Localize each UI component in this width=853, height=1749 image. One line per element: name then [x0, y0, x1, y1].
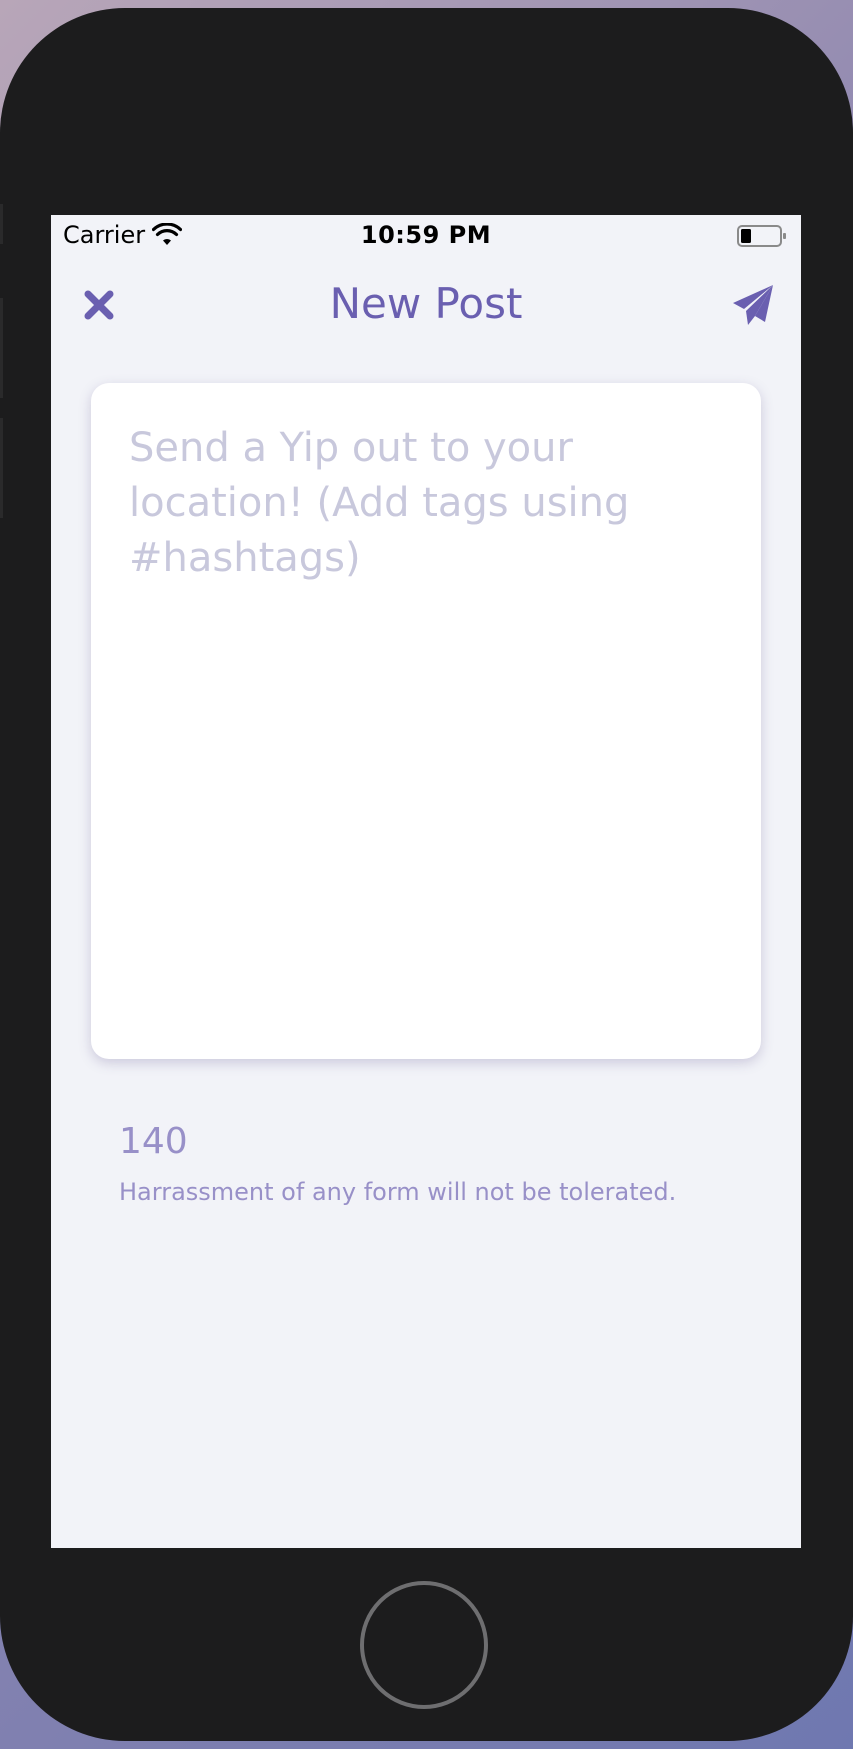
device-frame: Carrier 10:59 PM New Post Send a Yip out…: [0, 8, 853, 1741]
app-screen: Carrier 10:59 PM New Post Send a Yip out…: [51, 215, 801, 1548]
post-text-input[interactable]: [129, 421, 729, 1021]
paper-plane-icon: [733, 285, 773, 325]
mute-switch: [0, 204, 3, 244]
post-composer-card: [91, 383, 761, 1059]
home-button[interactable]: [360, 1581, 488, 1709]
character-counter: 140: [119, 1121, 188, 1162]
harassment-notice: Harrassment of any form will not be tole…: [119, 1178, 677, 1206]
send-post-button[interactable]: [723, 275, 783, 335]
status-bar: Carrier 10:59 PM: [51, 215, 801, 255]
navigation-bar: New Post: [51, 255, 801, 355]
volume-up-button: [0, 298, 3, 398]
battery-icon: [737, 225, 786, 247]
page-title: New Post: [329, 279, 523, 328]
clock: 10:59 PM: [360, 221, 492, 249]
volume-down-button: [0, 418, 3, 518]
